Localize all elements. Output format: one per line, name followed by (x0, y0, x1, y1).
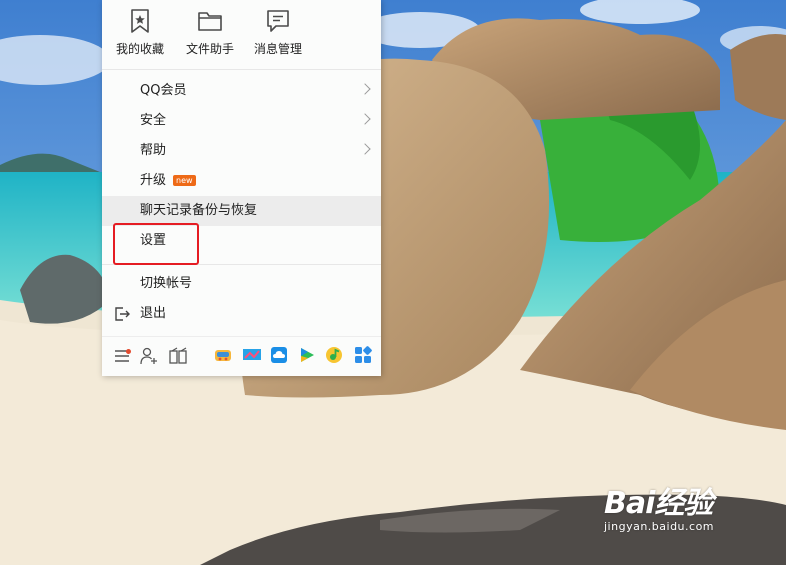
app-shortcut-game[interactable] (214, 346, 232, 368)
menu-item-chat-backup[interactable]: 聊天记录备份与恢复 (102, 196, 381, 226)
app-manager-button[interactable] (168, 346, 188, 370)
chevron-right-icon (359, 143, 371, 155)
message-icon (267, 10, 289, 32)
app-shortcut-screen[interactable] (242, 346, 262, 368)
menu-item-help[interactable]: 帮助 (102, 136, 381, 166)
app-manager-icon (169, 347, 187, 364)
new-badge: new (173, 175, 196, 186)
main-menu-button[interactable] (113, 346, 131, 370)
menu-item-label: QQ会员 (140, 83, 187, 98)
file-assistant-button[interactable]: 文件助手 (175, 8, 245, 57)
notification-dot (126, 349, 131, 354)
add-friend-button[interactable] (139, 346, 159, 370)
menu-item-exit[interactable]: 退出 (102, 299, 381, 329)
screen-share-icon (243, 349, 261, 360)
chevron-right-icon (359, 113, 371, 125)
menu-item-label: 聊天记录备份与恢复 (140, 203, 258, 218)
star-bookmark-icon (131, 9, 149, 33)
cloud-drive-icon (271, 347, 287, 363)
app-shortcut-video[interactable] (298, 346, 316, 368)
highlight-annotation-box (113, 223, 199, 265)
message-manager-label: 消息管理 (253, 42, 302, 56)
watermark-url: jingyan.baidu.com (604, 520, 715, 533)
menu-item-label: 切换帐号 (140, 276, 193, 291)
watermark-brand: Bai经验 (604, 486, 713, 521)
account-menu-list: 切换帐号 退出 (102, 269, 381, 329)
game-center-icon (215, 350, 231, 361)
app-shortcut-more[interactable] (354, 346, 372, 368)
app-shortcut-cloud[interactable] (270, 346, 288, 368)
menu-item-label: 安全 (140, 113, 167, 128)
exit-icon (115, 307, 130, 321)
baidu-jingyan-watermark: Bai经验 jingyan.baidu.com (604, 478, 714, 533)
app-shortcut-music[interactable] (325, 346, 343, 368)
add-friend-icon (140, 347, 157, 365)
video-play-icon (301, 348, 314, 362)
message-manager-button[interactable]: 消息管理 (243, 8, 313, 57)
file-assistant-label: 文件助手 (185, 42, 234, 56)
chevron-right-icon (359, 83, 371, 95)
bottom-toolbar (102, 336, 381, 377)
music-icon (326, 347, 342, 363)
menu-item-label: 帮助 (140, 143, 167, 158)
qq-main-menu-panel: 我的收藏 文件助手 消息管理 QQ会员 安全 帮助 升级 new 聊天记录备份与… (102, 0, 381, 376)
divider (102, 69, 381, 70)
apps-grid-icon (355, 346, 372, 363)
menu-item-security[interactable]: 安全 (102, 106, 381, 136)
quick-actions-bar: 我的收藏 文件助手 消息管理 (102, 0, 381, 68)
menu-item-switch-account[interactable]: 切换帐号 (102, 269, 381, 299)
favorites-label: 我的收藏 (115, 42, 164, 56)
menu-item-label: 升级 (140, 173, 167, 188)
menu-item-qq-member[interactable]: QQ会员 (102, 76, 381, 106)
menu-item-upgrade[interactable]: 升级 new (102, 166, 381, 196)
menu-item-label: 退出 (140, 306, 167, 321)
folder-icon (198, 12, 222, 31)
favorites-button[interactable]: 我的收藏 (105, 8, 175, 57)
